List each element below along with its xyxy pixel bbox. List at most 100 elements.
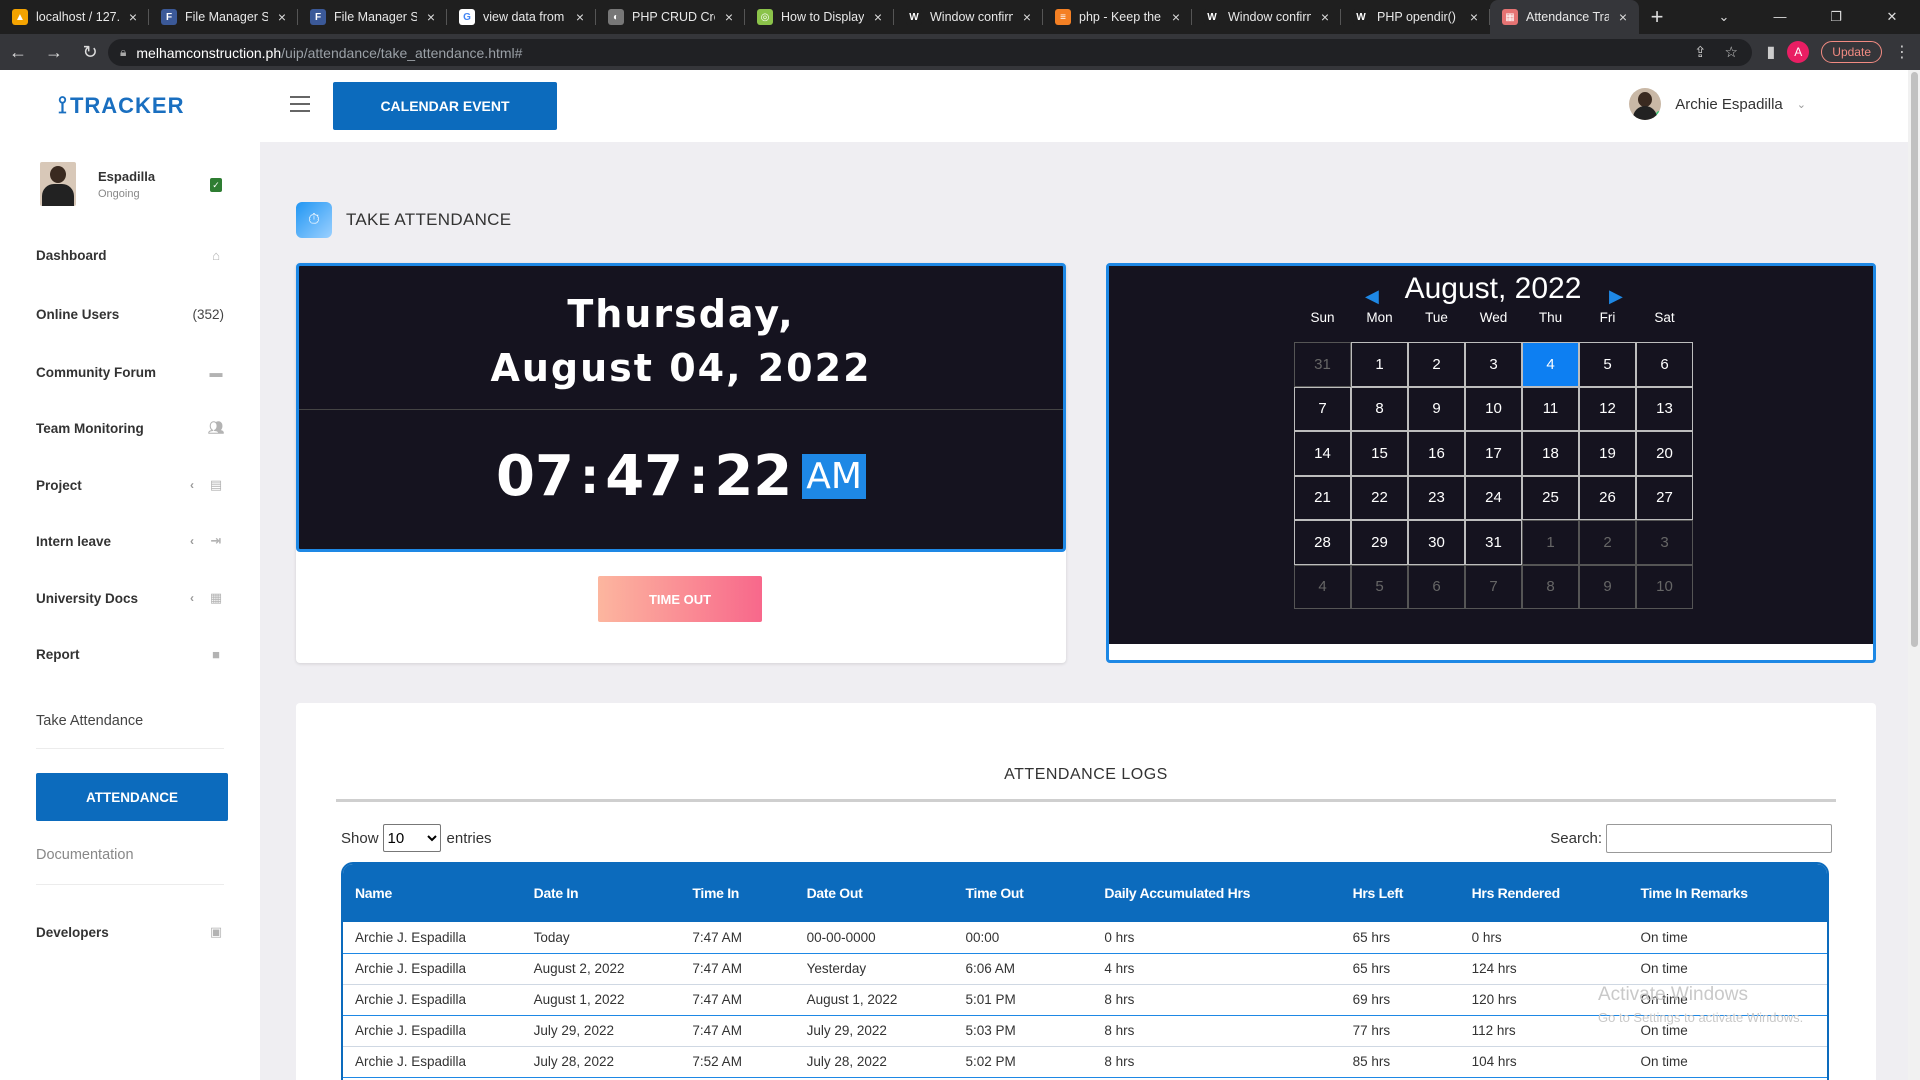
user-menu[interactable]: Archie Espadilla ⌄	[1629, 88, 1806, 120]
profile-avatar[interactable]: A	[1787, 41, 1810, 63]
lock-icon[interactable]: 🔒︎	[120, 45, 126, 60]
scrollbar-thumb[interactable]	[1911, 72, 1918, 647]
calendar-day[interactable]: 21	[1294, 475, 1351, 520]
minimize-button[interactable]: —	[1752, 0, 1808, 34]
tab-close-icon[interactable]: ×	[1615, 9, 1631, 25]
tab-close-icon[interactable]: ×	[572, 9, 588, 25]
sidebar-item-university-docs[interactable]: University Docs ‹ ▦	[36, 585, 224, 611]
calendar-day[interactable]: 12	[1579, 386, 1636, 431]
browser-tab[interactable]: ▦ Attendance Trac ×	[1490, 0, 1639, 34]
browser-tab[interactable]: W Window confirm ×	[1192, 0, 1341, 34]
attendance-button[interactable]: ATTENDANCE	[36, 773, 228, 821]
url-input[interactable]: 🔒︎ melhamconstruction.ph/uip/attendance/…	[108, 39, 1752, 66]
calendar-day[interactable]: 23	[1408, 475, 1465, 520]
tab-close-icon[interactable]: ×	[1019, 9, 1035, 25]
calendar-day[interactable]: 9	[1408, 386, 1465, 431]
calendar-day[interactable]: 4	[1294, 564, 1351, 609]
browser-tab[interactable]: ◎ How to Display ×	[745, 0, 894, 34]
calendar-event-button[interactable]: CALENDAR EVENT	[333, 82, 557, 130]
bookmark-star-icon[interactable]: ☆	[1725, 43, 1738, 61]
browser-tab[interactable]: Gview data from ×	[447, 0, 596, 34]
browser-tab[interactable]: ▲ localhost / 127.0 ×	[0, 0, 149, 34]
calendar-day[interactable]: 3	[1636, 520, 1693, 565]
sidebar-item-developers[interactable]: Developers ▣	[36, 919, 224, 945]
calendar-day[interactable]: 22	[1351, 475, 1408, 520]
sidebar-item-dashboard[interactable]: Dashboard ⌂	[36, 242, 224, 268]
calendar-day[interactable]: 3	[1465, 342, 1522, 387]
calendar-day[interactable]: 18	[1522, 431, 1579, 476]
tab-close-icon[interactable]: ×	[721, 9, 737, 25]
share-icon[interactable]: ⇪	[1694, 43, 1707, 61]
browser-tab[interactable]: W Window confirm ×	[894, 0, 1043, 34]
calendar-day[interactable]: 28	[1294, 520, 1351, 565]
calendar-day[interactable]: 26	[1579, 475, 1636, 520]
tab-close-icon[interactable]: ×	[1317, 9, 1333, 25]
forward-icon[interactable]: →	[36, 42, 72, 63]
sidebar-item-online-users[interactable]: Online Users (352)	[36, 301, 224, 327]
tracker-logo[interactable]: ⟟ TRACKER	[58, 92, 185, 120]
calendar-day[interactable]: 2	[1408, 342, 1465, 387]
calendar-day[interactable]: 9	[1579, 564, 1636, 609]
sidebar-item-community-forum[interactable]: Community Forum ▬	[36, 359, 224, 385]
calendar-day[interactable]: 6	[1636, 342, 1693, 387]
sidebar-item-team-monitoring[interactable]: Team Monitoring 👥︎	[36, 415, 225, 441]
tab-close-icon[interactable]: ×	[1466, 9, 1482, 25]
column-header[interactable]: Hrs Rendered	[1460, 864, 1629, 922]
sidebar-take-attendance[interactable]: Take Attendance	[36, 713, 224, 729]
calendar-day[interactable]: 11	[1522, 386, 1579, 431]
calendar-day[interactable]: 10	[1636, 564, 1693, 609]
browser-tab[interactable]: ≡ php - Keep the ×	[1043, 0, 1192, 34]
calendar-day[interactable]: 31	[1294, 342, 1351, 387]
browser-tab[interactable]: F File Manager Sy ×	[149, 0, 298, 34]
sidebar-item-project[interactable]: Project ‹ ▤	[36, 472, 224, 498]
calendar-day[interactable]: 29	[1351, 520, 1408, 565]
column-header[interactable]: Hrs Left	[1341, 864, 1460, 922]
column-header[interactable]: Date In	[522, 864, 681, 922]
browser-tab[interactable]: W PHP opendir() F ×	[1341, 0, 1490, 34]
calendar-day[interactable]: 31	[1465, 520, 1522, 565]
calendar-day[interactable]: 7	[1465, 564, 1522, 609]
browser-menu-icon[interactable]: ⋮	[1894, 42, 1910, 62]
time-out-button[interactable]: TIME OUT	[598, 576, 762, 622]
calendar-day[interactable]: 2	[1579, 520, 1636, 565]
calendar-day[interactable]: 7	[1294, 386, 1351, 431]
calendar-day[interactable]: 8	[1522, 564, 1579, 609]
close-window-button[interactable]: ✕	[1864, 0, 1920, 34]
sidebar-documentation[interactable]: Documentation	[36, 847, 224, 863]
tab-search-icon[interactable]: ⌄	[1696, 0, 1752, 34]
reload-icon[interactable]: ↻	[72, 42, 108, 63]
tab-close-icon[interactable]: ×	[1168, 9, 1184, 25]
calendar-day[interactable]: 4	[1522, 342, 1579, 387]
calendar-day[interactable]: 10	[1465, 386, 1522, 431]
entries-select[interactable]: 10	[382, 824, 441, 852]
calendar-day[interactable]: 24	[1465, 475, 1522, 520]
calendar-day[interactable]: 5	[1351, 564, 1408, 609]
tab-close-icon[interactable]: ×	[125, 9, 141, 25]
calendar-day[interactable]: 17	[1465, 431, 1522, 476]
calendar-day[interactable]: 15	[1351, 431, 1408, 476]
calendar-day[interactable]: 16	[1408, 431, 1465, 476]
restore-button[interactable]: ❐	[1808, 0, 1864, 34]
calendar-day[interactable]: 5	[1579, 342, 1636, 387]
calendar-day[interactable]: 14	[1294, 431, 1351, 476]
page-scrollbar[interactable]	[1908, 70, 1920, 1080]
tab-close-icon[interactable]: ×	[870, 9, 886, 25]
column-header[interactable]: Name	[343, 864, 522, 922]
calendar-day[interactable]: 25	[1522, 475, 1579, 520]
sidebar-item-intern-leave[interactable]: Intern leave ‹ ⇥	[36, 528, 224, 554]
new-tab-button[interactable]: +	[1639, 4, 1675, 30]
search-input[interactable]	[1606, 824, 1832, 853]
hamburger-menu-icon[interactable]	[290, 96, 310, 117]
calendar-day[interactable]: 8	[1351, 386, 1408, 431]
calendar-day[interactable]: 1	[1351, 342, 1408, 387]
column-header[interactable]: Daily Accumulated Hrs	[1092, 864, 1340, 922]
sidebar-item-report[interactable]: Report ■	[36, 641, 224, 667]
column-header[interactable]: Time In Remarks	[1628, 864, 1827, 922]
side-panel-icon[interactable]: ▮	[1766, 42, 1775, 62]
back-icon[interactable]: ←	[0, 42, 36, 63]
calendar-day[interactable]: 6	[1408, 564, 1465, 609]
calendar-day[interactable]: 19	[1579, 431, 1636, 476]
browser-tab[interactable]: ◐ PHP CRUD Crea ×	[596, 0, 745, 34]
browser-tab[interactable]: F File Manager Sy ×	[298, 0, 447, 34]
calendar-day[interactable]: 27	[1636, 475, 1693, 520]
